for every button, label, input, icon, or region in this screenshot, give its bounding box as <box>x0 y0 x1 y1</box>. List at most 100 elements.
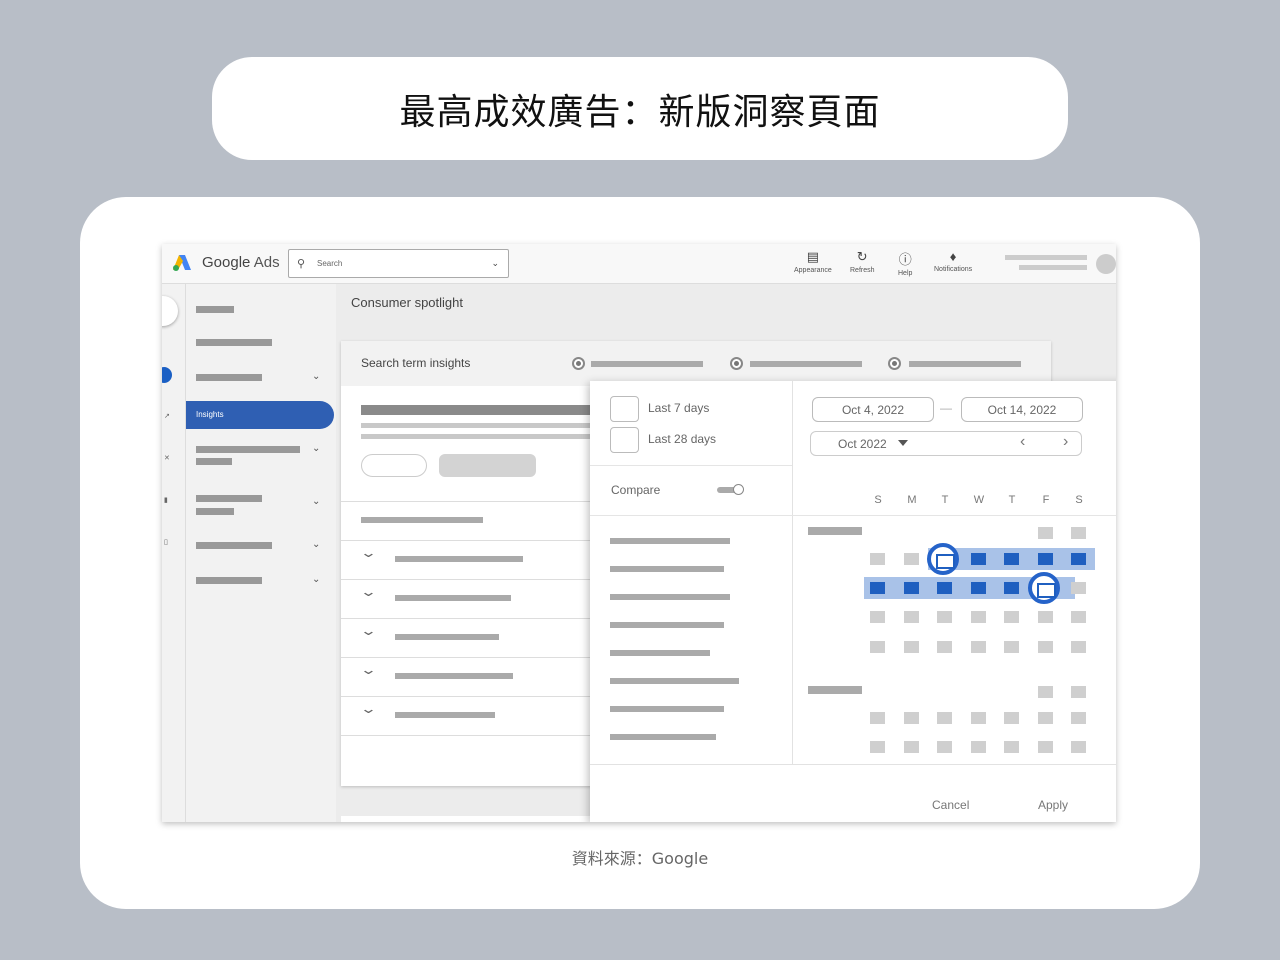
previous-month-icon[interactable]: ‹ <box>1020 433 1025 451</box>
chevron-down-icon[interactable]: ⌄ <box>312 539 320 550</box>
calendar-day[interactable] <box>1004 712 1019 724</box>
sidebar-item[interactable] <box>196 577 262 584</box>
start-date-field[interactable]: Oct 4, 2022 <box>812 397 934 422</box>
calendar-day[interactable] <box>870 641 885 653</box>
calendar-day[interactable] <box>971 611 986 623</box>
calendar-day[interactable] <box>937 741 952 753</box>
calendar-day-selected[interactable] <box>937 582 952 594</box>
list-item[interactable] <box>610 622 724 628</box>
sidebar-item-insights[interactable]: Insights <box>186 401 334 429</box>
last-28-days-checkbox[interactable] <box>610 427 639 453</box>
radio-option[interactable] <box>572 357 585 370</box>
sidebar-item[interactable] <box>196 495 262 502</box>
chevron-down-icon[interactable]: ⌄ <box>360 545 377 561</box>
table-row[interactable] <box>395 556 523 562</box>
calendar-day[interactable] <box>904 611 919 623</box>
table-row[interactable] <box>395 634 499 640</box>
calendar-day-selected[interactable] <box>971 553 986 565</box>
chevron-down-icon[interactable]: ⌄ <box>360 662 377 678</box>
calendar-day[interactable] <box>1038 686 1053 698</box>
appearance-button[interactable]: ▤ Appearance <box>794 249 832 274</box>
calendar-day[interactable] <box>971 712 986 724</box>
range-end-day[interactable] <box>1028 572 1060 604</box>
avatar[interactable] <box>1096 254 1116 274</box>
list-item[interactable] <box>610 538 730 544</box>
calendar-day[interactable] <box>904 741 919 753</box>
list-item[interactable] <box>610 678 739 684</box>
calendar-day[interactable] <box>1071 741 1086 753</box>
month-selector[interactable]: Oct 2022 ‹ › <box>810 431 1082 456</box>
calendar-day[interactable] <box>937 641 952 653</box>
chevron-down-icon[interactable]: ⌄ <box>312 371 320 382</box>
sidebar-item[interactable] <box>196 374 262 381</box>
cancel-button[interactable]: Cancel <box>932 798 969 812</box>
calendar-day-selected[interactable] <box>1004 582 1019 594</box>
list-item[interactable] <box>610 706 724 712</box>
calendar-day[interactable] <box>1004 641 1019 653</box>
refresh-button[interactable]: ↻ Refresh <box>850 249 875 274</box>
sidebar-item[interactable] <box>196 339 272 346</box>
table-row[interactable] <box>395 595 511 601</box>
calendar-day[interactable] <box>904 553 919 565</box>
chevron-down-icon[interactable]: ⌄ <box>491 258 499 269</box>
chevron-down-icon[interactable]: ⌄ <box>360 701 377 717</box>
calendar-day-selected[interactable] <box>1038 553 1053 565</box>
help-button[interactable]: ⓘ Help <box>898 249 912 277</box>
list-item[interactable] <box>610 650 710 656</box>
calendar-day[interactable] <box>904 641 919 653</box>
calendar-day-selected[interactable] <box>1071 553 1086 565</box>
next-month-icon[interactable]: › <box>1063 433 1068 451</box>
notifications-button[interactable]: ♦ Notifications <box>934 249 972 273</box>
table-row[interactable] <box>395 673 513 679</box>
calendar-day[interactable] <box>1004 741 1019 753</box>
calendar-day[interactable] <box>1038 527 1053 539</box>
apply-button[interactable]: Apply <box>1038 798 1068 812</box>
list-item[interactable] <box>610 566 724 572</box>
chevron-down-icon[interactable]: ⌄ <box>360 623 377 639</box>
calendar-day[interactable] <box>1004 611 1019 623</box>
chevron-down-icon[interactable]: ⌄ <box>312 496 320 507</box>
sidebar-item[interactable] <box>196 542 272 549</box>
calendar-day-selected[interactable] <box>1004 553 1019 565</box>
calendar-day[interactable] <box>1038 712 1053 724</box>
calendar-day[interactable] <box>1038 741 1053 753</box>
sidebar-item[interactable] <box>196 446 300 453</box>
end-date-field[interactable]: Oct 14, 2022 <box>961 397 1083 422</box>
calendar-day[interactable] <box>1071 712 1086 724</box>
last-7-days-checkbox[interactable] <box>610 396 639 422</box>
calendar-day-selected[interactable] <box>904 582 919 594</box>
calendar-day[interactable] <box>1038 611 1053 623</box>
radio-option[interactable] <box>730 357 743 370</box>
calendar-day[interactable] <box>937 611 952 623</box>
calendar-day[interactable] <box>870 611 885 623</box>
calendar-day[interactable] <box>1071 686 1086 698</box>
compare-toggle[interactable] <box>717 484 744 495</box>
calendar-day[interactable] <box>1071 611 1086 623</box>
calendar-day[interactable] <box>937 712 952 724</box>
calendar-day[interactable] <box>870 553 885 565</box>
search-input[interactable]: ⚲ Search ⌄ <box>288 249 509 278</box>
chevron-down-icon[interactable]: ⌄ <box>360 584 377 600</box>
calendar-day-selected[interactable] <box>870 582 885 594</box>
create-button[interactable] <box>162 296 178 326</box>
calendar-day[interactable] <box>1071 527 1086 539</box>
calendar-day[interactable] <box>971 741 986 753</box>
list-item[interactable] <box>610 734 716 740</box>
calendar-day[interactable] <box>1071 582 1086 594</box>
calendar-day[interactable] <box>870 712 885 724</box>
insights-rail-icon[interactable] <box>162 367 172 383</box>
chevron-down-icon[interactable]: ⌄ <box>312 443 320 454</box>
calendar-day[interactable] <box>870 741 885 753</box>
filled-button[interactable] <box>439 454 536 477</box>
calendar-day[interactable] <box>904 712 919 724</box>
list-item[interactable] <box>610 594 730 600</box>
calendar-day-selected[interactable] <box>971 582 986 594</box>
table-row[interactable] <box>395 712 495 718</box>
range-start-day[interactable] <box>927 543 959 575</box>
chevron-down-icon[interactable]: ⌄ <box>312 574 320 585</box>
outline-button[interactable] <box>361 454 427 477</box>
radio-option[interactable] <box>888 357 901 370</box>
calendar-day[interactable] <box>1038 641 1053 653</box>
calendar-day[interactable] <box>1071 641 1086 653</box>
calendar-day[interactable] <box>971 641 986 653</box>
